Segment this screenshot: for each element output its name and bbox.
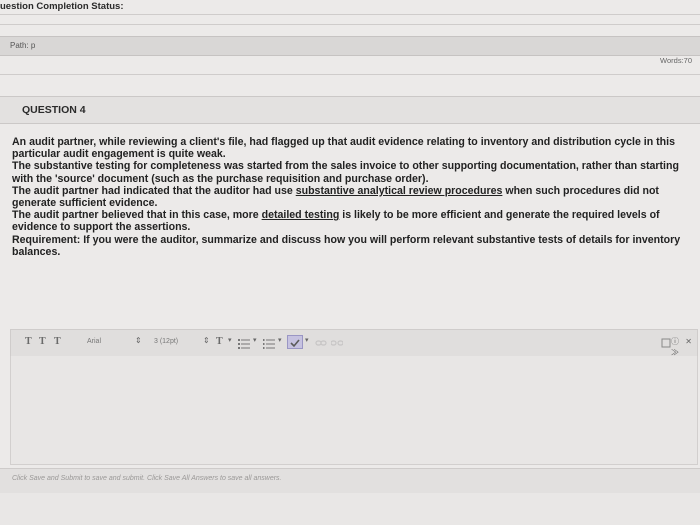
- word-count: Words:70: [660, 56, 692, 65]
- bullet-list-icon[interactable]: [238, 336, 250, 349]
- question-paragraph: The audit partner had indicated that the…: [12, 185, 696, 209]
- question-paragraph: The audit partner believed that in this …: [12, 209, 696, 233]
- dropdown-arrow-icon: ▾: [305, 337, 309, 344]
- question-paragraph: An audit partner, while reviewing a clie…: [12, 136, 675, 161]
- numbered-list-icon[interactable]: [263, 336, 275, 349]
- chevron-updown-icon: ⇕: [203, 336, 210, 345]
- answer-text-editor[interactable]: [10, 356, 698, 465]
- path-label: Path: p: [10, 41, 36, 50]
- question-header: QUESTION 4: [0, 96, 700, 124]
- divider: [0, 14, 700, 15]
- question-requirement: Requirement: If you were the auditor, su…: [12, 233, 681, 258]
- font-family-select[interactable]: Arial: [87, 334, 101, 349]
- footer: [0, 493, 700, 525]
- question-paragraph: The substantive testing for completeness…: [12, 160, 679, 185]
- font-size-select[interactable]: 3 (12pt): [154, 334, 178, 349]
- chevron-updown-icon: ⇕: [135, 336, 142, 345]
- question-completion-status-title: uestion Completion Status:: [0, 1, 124, 12]
- underlined-text: detailed testing: [261, 209, 340, 222]
- underlined-text: substantive analytical review procedures: [295, 184, 503, 197]
- spellcheck-icon[interactable]: [287, 335, 303, 349]
- text-color-button[interactable]: T: [216, 336, 223, 347]
- preview-icon[interactable]: [661, 336, 671, 348]
- unlink-icon[interactable]: [330, 336, 344, 347]
- question-text: An audit partner, while reviewing a clie…: [12, 136, 696, 258]
- dropdown-arrow-icon: ▾: [278, 337, 282, 344]
- text-format-t2-button[interactable]: T: [39, 336, 46, 347]
- editor-path-bar: Path: p: [0, 36, 700, 56]
- link-icon[interactable]: [315, 336, 327, 347]
- text-format-t3-button[interactable]: T: [54, 336, 61, 347]
- text-format-t1-button[interactable]: T: [25, 336, 32, 347]
- text-run: The audit partner had indicated that the…: [12, 184, 296, 197]
- editor-options-icons[interactable]: ⓘ ✕ ≫: [671, 336, 697, 358]
- submit-instructions-bar: Click Save and Submit to save and submit…: [0, 468, 700, 493]
- dropdown-arrow-icon: ▾: [228, 337, 232, 344]
- editor-toolbar: T T T Arial ⇕ 3 (12pt) ⇕ T ▾ ▾ ▾ ▾ ⓘ ✕ ≫: [10, 329, 698, 357]
- question-title: QUESTION 4: [22, 104, 86, 116]
- divider: [0, 74, 700, 75]
- divider: [0, 24, 700, 25]
- dropdown-arrow-icon: ▾: [253, 337, 257, 344]
- submit-instructions: Click Save and Submit to save and submit…: [12, 475, 282, 482]
- text-run: The audit partner believed that in this …: [12, 209, 262, 222]
